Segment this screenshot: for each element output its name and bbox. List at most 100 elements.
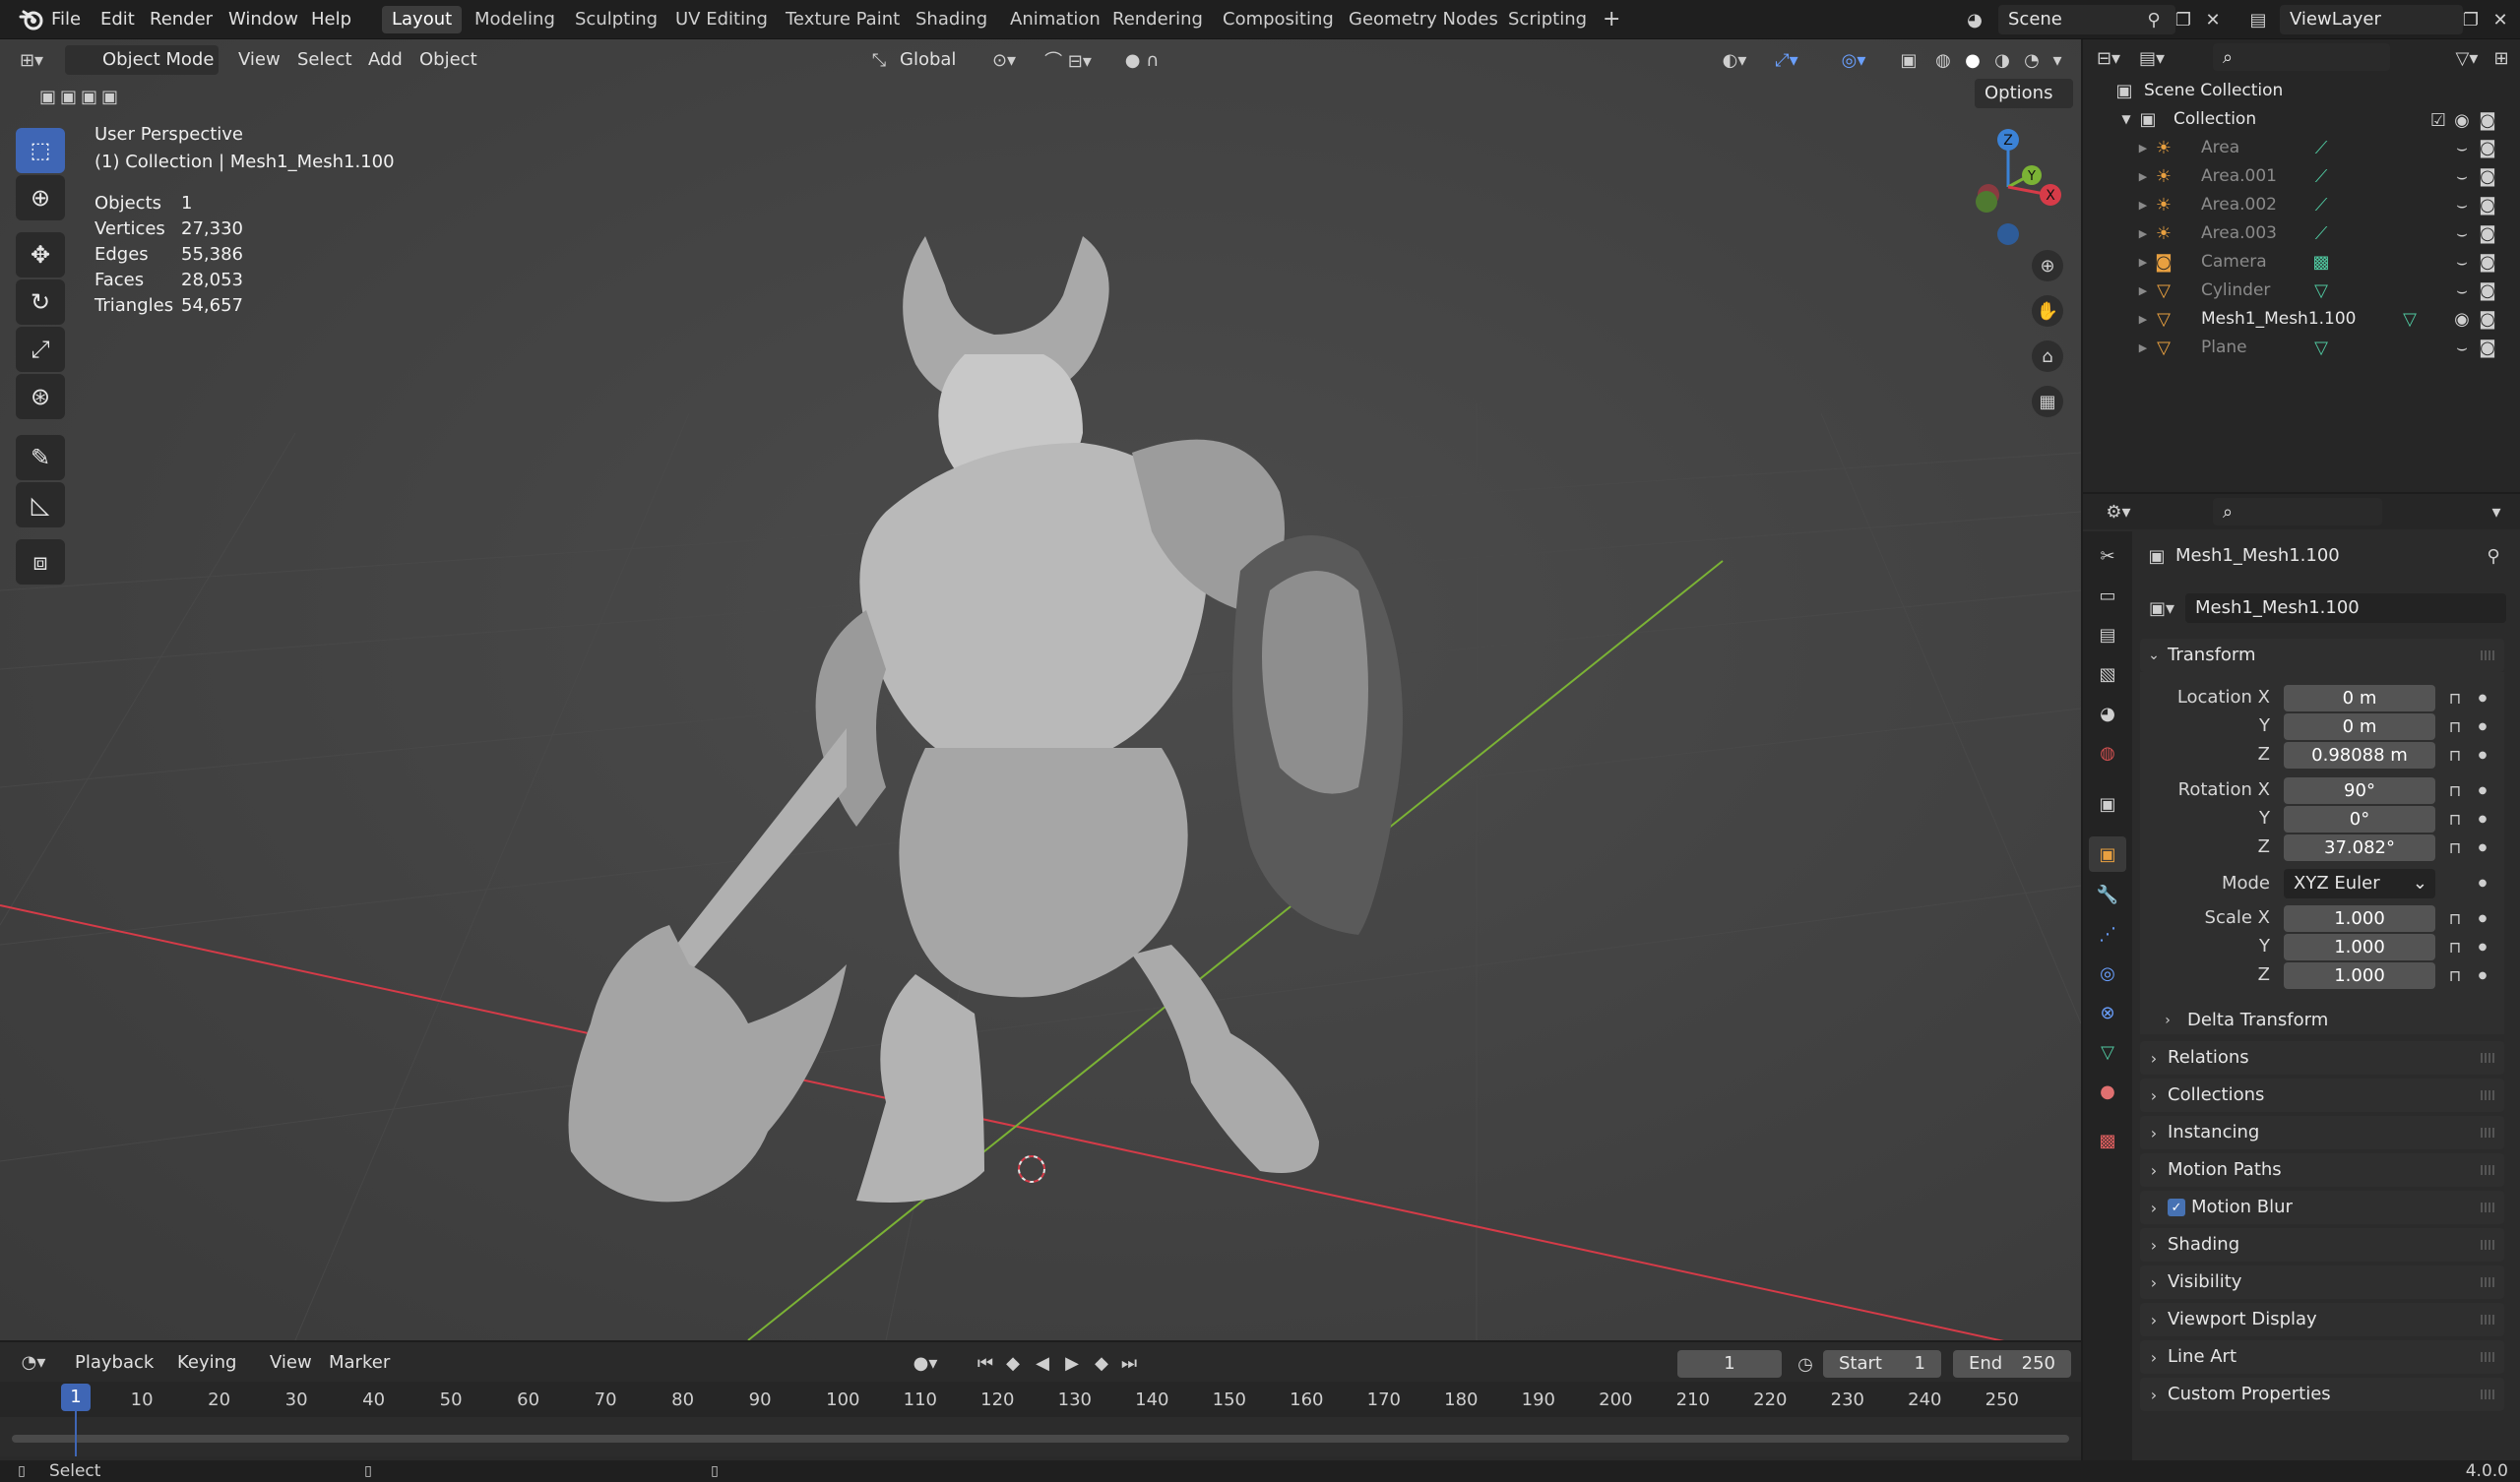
panel-collections[interactable]: › Collections	[2140, 1079, 2504, 1112]
keyframe-dot-icon[interactable]: ●	[2473, 806, 2492, 833]
drag-handle-icon[interactable]	[2481, 1090, 2494, 1100]
outliner-row-collection[interactable]: ▼ ▣ Collection ☑ ◉ ◙	[2083, 105, 2520, 134]
light-data-icon[interactable]: ⟋	[2309, 221, 2333, 245]
visibility-filter-icon[interactable]: ◐▾	[1713, 45, 1756, 75]
close-view-layer-icon[interactable]: ✕	[2487, 6, 2514, 33]
close-scene-icon[interactable]: ✕	[2199, 6, 2227, 33]
location-z-field[interactable]: 0.98088 m	[2284, 742, 2435, 769]
pin-icon[interactable]: ⚲	[2140, 6, 2168, 33]
menu-keying[interactable]: Keying	[177, 1348, 236, 1378]
scene-icon[interactable]: ◕	[1955, 6, 1994, 33]
lock-icon[interactable]: ⊓	[2443, 834, 2467, 861]
render-tab-icon[interactable]: ▭	[2093, 581, 2122, 610]
material-shading-icon[interactable]: ◑	[1988, 45, 2016, 75]
menu-add[interactable]: Add	[368, 45, 403, 75]
filter-icon[interactable]: ▽▾	[2447, 43, 2487, 73]
add-workspace-button[interactable]: +	[1593, 6, 1630, 33]
keyframe-dot-icon[interactable]: ●	[2473, 905, 2492, 932]
keyframe-dot-icon[interactable]: ●	[2473, 777, 2492, 804]
timer-icon[interactable]: ◷	[1792, 1350, 1819, 1378]
proportional-edit-icon[interactable]: ● ∩	[1112, 45, 1171, 75]
eye-icon[interactable]: ◉	[2451, 307, 2473, 331]
menu-edit[interactable]: Edit	[100, 0, 135, 39]
lock-icon[interactable]: ⊓	[2443, 806, 2467, 833]
render-camera-icon[interactable]: ◙	[2477, 221, 2498, 245]
expand-arrow-icon[interactable]: ▼	[2118, 107, 2134, 131]
panel-visibility[interactable]: › Visibility	[2140, 1266, 2504, 1299]
lock-icon[interactable]: ⊓	[2443, 777, 2467, 804]
panel-shading[interactable]: › Shading	[2140, 1228, 2504, 1262]
world-tab-icon[interactable]: ◍	[2093, 738, 2122, 768]
object-tab-icon[interactable]: ▣	[2089, 836, 2126, 872]
expand-arrow-icon[interactable]: ▶	[2136, 136, 2150, 159]
lock-icon[interactable]: ⊓	[2443, 685, 2467, 711]
outliner-search[interactable]: ⌕	[2213, 43, 2390, 71]
transform-panel-header[interactable]: ⌄ Transform	[2140, 639, 2504, 672]
drag-handle-icon[interactable]	[2481, 1165, 2494, 1175]
prev-keyframe-icon[interactable]: ◆	[1000, 1348, 1026, 1378]
expand-arrow-icon[interactable]: ▶	[2136, 336, 2150, 359]
render-camera-icon[interactable]: ◙	[2477, 307, 2498, 331]
render-camera-icon[interactable]: ◙	[2477, 250, 2498, 274]
xray-icon[interactable]: ▣	[1894, 45, 1923, 75]
mesh-data-icon[interactable]: ▽	[2309, 336, 2333, 359]
material-tab-icon[interactable]: ●	[2093, 1077, 2122, 1106]
scale-tool[interactable]: ⤢	[16, 327, 65, 372]
render-camera-icon[interactable]: ◙	[2477, 193, 2498, 216]
menu-view[interactable]: View	[238, 45, 281, 75]
lock-icon[interactable]: ⊓	[2443, 934, 2467, 960]
lock-icon[interactable]: ⊓	[2443, 742, 2467, 769]
menu-window[interactable]: Window	[228, 0, 298, 39]
properties-search[interactable]: ⌕	[2213, 498, 2382, 525]
pin-properties-icon[interactable]: ⚲	[2481, 543, 2506, 569]
view-layer-icon[interactable]: ▤	[2238, 6, 2278, 33]
drag-handle-icon[interactable]	[2481, 650, 2494, 660]
menu-object[interactable]: Object	[419, 45, 477, 75]
object-name-field[interactable]: Mesh1_Mesh1.100	[2185, 593, 2506, 623]
outliner-item[interactable]: ▶ ☀ Area ⟋ ⌣ ◙	[2083, 134, 2520, 162]
delta-transform-subpanel[interactable]: › Delta Transform	[2156, 1006, 2490, 1035]
tab-layout[interactable]: Layout	[382, 6, 463, 33]
current-frame-field[interactable]: 1	[1677, 1350, 1782, 1378]
annotate-tool[interactable]: ✎	[16, 435, 65, 480]
editor-type-icon[interactable]: ⊞▾	[12, 45, 51, 75]
tab-rendering[interactable]: Rendering	[1102, 6, 1213, 33]
menu-playback[interactable]: Playback	[75, 1348, 154, 1378]
outliner-item[interactable]: ▶ ▽ Plane ▽ ⌣ ◙	[2083, 334, 2520, 362]
play-reverse-icon[interactable]: ◀	[1030, 1348, 1055, 1378]
start-frame-field[interactable]: Start 1	[1823, 1350, 1941, 1378]
scene-tab-icon[interactable]: ◕	[2093, 699, 2122, 728]
lock-icon[interactable]: ⊓	[2443, 905, 2467, 932]
location-x-field[interactable]: 0 m	[2284, 685, 2435, 711]
rotation-y-field[interactable]: 0°	[2284, 806, 2435, 833]
hidden-eye-icon[interactable]: ⌣	[2451, 278, 2473, 302]
transform-orientation-dropdown[interactable]: Global	[900, 45, 956, 75]
add-cube-tool[interactable]: ⧈	[16, 539, 65, 585]
expand-arrow-icon[interactable]: ▶	[2136, 307, 2150, 331]
rotate-tool[interactable]: ↻	[16, 279, 65, 325]
panel-instancing[interactable]: › Instancing	[2140, 1116, 2504, 1149]
tab-animation[interactable]: Animation	[1000, 6, 1110, 33]
render-camera-icon[interactable]: ◙	[2477, 109, 2498, 131]
properties-editor-icon[interactable]: ⚙▾	[2099, 498, 2138, 525]
camera-view-icon[interactable]: ⌂	[2032, 340, 2063, 372]
rotation-mode-dropdown[interactable]: XYZ Euler ⌄	[2284, 869, 2435, 898]
rendered-shading-icon[interactable]: ◔	[2018, 45, 2046, 75]
auto-keying-icon[interactable]: ●▾	[906, 1348, 945, 1378]
mesh-data-icon[interactable]: ▽	[2398, 307, 2422, 331]
tab-uv-editing[interactable]: UV Editing	[665, 6, 778, 33]
timeline-editor-icon[interactable]: ◔▾	[14, 1348, 53, 1376]
render-camera-icon[interactable]: ◙	[2477, 278, 2498, 302]
jump-start-icon[interactable]: ⏮	[973, 1348, 998, 1378]
rotation-x-field[interactable]: 90°	[2284, 777, 2435, 804]
keyframe-dot-icon[interactable]: ●	[2473, 962, 2492, 989]
outliner-item[interactable]: ▶ ◙ Camera ▩ ⌣ ◙	[2083, 248, 2520, 277]
light-data-icon[interactable]: ⟋	[2309, 164, 2333, 188]
render-camera-icon[interactable]: ◙	[2477, 136, 2498, 159]
physics-tab-icon[interactable]: ◎	[2093, 958, 2122, 988]
select-box-tool[interactable]: ⬚	[16, 128, 65, 173]
scale-y-field[interactable]: 1.000	[2284, 934, 2435, 960]
expand-arrow-icon[interactable]: ▶	[2136, 221, 2150, 245]
drag-handle-icon[interactable]	[2481, 1389, 2494, 1399]
light-data-icon[interactable]: ⟋	[2309, 136, 2333, 159]
